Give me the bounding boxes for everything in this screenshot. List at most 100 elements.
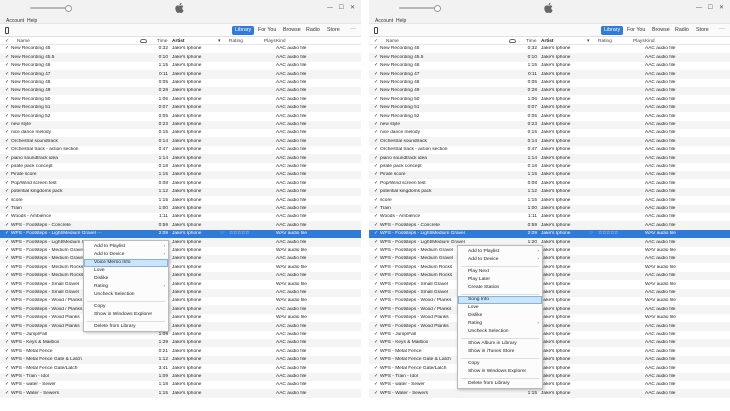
minimize-button[interactable]: — [696, 5, 702, 11]
row-checkbox[interactable]: ✓ [374, 156, 379, 162]
row-checkbox[interactable]: ✓ [374, 357, 379, 363]
table-row[interactable]: ✓ New Recording 48 0:05 Jake's Iphone AAC au… [0, 79, 361, 87]
table-row[interactable]: ✓WPS - water - Sewer1:18Jake's IphoneAAC… [0, 381, 361, 389]
table-row[interactable]: ✓ Train 1:00 Jake's Iphone AAC audio file [0, 204, 361, 213]
table-row[interactable]: ✓ Pirate score 1:15 Jake's Iphone AAC audio … [0, 171, 361, 180]
row-checkbox[interactable]: ✓ [5, 256, 10, 262]
table-row[interactable]: ✓ Orchestral soundtrack 0:14 Jake's Iphone A… [369, 137, 730, 146]
row-checkbox[interactable]: ✓ [5, 307, 10, 313]
row-checkbox[interactable]: ✓ [374, 240, 379, 246]
volume-slider-knob[interactable] [434, 4, 441, 12]
table-row[interactable]: ✓WPS - Jump/Fall1:09Jake's IphoneAAC aud… [369, 331, 730, 339]
row-checkbox[interactable]: ✓ [5, 324, 10, 330]
menu-item-copy[interactable]: Copy [84, 303, 168, 311]
menu-item-copy[interactable]: Copy [458, 360, 542, 368]
row-checkbox[interactable]: ✓ [374, 307, 379, 313]
menu-item-add-to-device[interactable]: Add to Device › [458, 256, 542, 264]
menu-account[interactable]: Account [6, 18, 24, 24]
menu-item-add-to-playlist[interactable]: Add to Playlist › [84, 243, 168, 251]
menu-item-dislike[interactable]: Dislike [458, 312, 542, 320]
row-checkbox[interactable]: ✓ [5, 374, 10, 380]
iphone-icon[interactable] [374, 27, 378, 34]
menu-item-uncheck-selection[interactable]: Uncheck Selection [458, 328, 542, 336]
menu-item-show-in-windows-explorer[interactable]: Show in Windows Explorer [84, 311, 168, 319]
row-checkbox[interactable]: ✓ [5, 63, 10, 69]
row-checkbox[interactable]: ✓ [374, 391, 379, 397]
tab-radio[interactable]: Radio [672, 26, 692, 35]
tab-radio[interactable]: Radio [303, 26, 323, 35]
table-row[interactable]: ✓ New Recording 51 0:07 Jake's Iphone AAC au… [369, 103, 730, 113]
table-row[interactable]: ✓ nice dance melody 0:15 Jake's Iphone AAC a… [0, 129, 361, 137]
row-checkbox[interactable]: ✓ [5, 122, 10, 128]
row-checkbox[interactable]: ✓ [5, 172, 10, 178]
table-row[interactable]: ✓ Woods - Ambience 1:11 Jake's Iphone AAC au… [0, 213, 361, 221]
table-row[interactable]: ✓ Orchestral track - action section 0:47 Ja… [369, 146, 730, 154]
table-row[interactable]: ✓WPS - Footsteps - Medium Gravel2:10Jake… [369, 247, 730, 255]
row-checkbox[interactable]: ✓ [5, 206, 10, 212]
row-checkbox[interactable]: ✓ [5, 298, 10, 304]
table-row[interactable]: ✓ piano soundtrack idea 1:14 Jake's Iphone A… [0, 154, 361, 163]
row-checkbox[interactable]: ✓ [5, 72, 10, 78]
table-row[interactable]: ✓WPS - Footsteps - Medium Rocks1:20Jake'… [369, 271, 730, 281]
table-row[interactable]: ✓WPS - Footsteps - Light/Medium Gravel1:… [0, 238, 361, 247]
table-row[interactable]: ✓WPS - Metal Fence 0:21 Jake's Iphone AAC a… [0, 347, 361, 355]
tab-for-you[interactable]: For You [255, 26, 279, 35]
row-checkbox[interactable]: ✓ [5, 382, 10, 388]
table-row[interactable]: ✓ New Recording 50 1:06 Jake's Iphone AAC au… [0, 95, 361, 103]
row-checkbox[interactable]: ✓ [374, 198, 379, 204]
column-name[interactable]: Name [17, 39, 30, 44]
row-checkbox[interactable]: ✓ [374, 248, 379, 254]
row-checkbox[interactable]: ✓ [5, 55, 10, 61]
table-row[interactable]: ✓WPS - Footsteps - Small Gravel1:49Jake'… [369, 280, 730, 288]
table-row[interactable]: ✓WPS - Footsteps - Wood Planks2:15Jake's… [369, 314, 730, 322]
table-row[interactable]: ✓ WPS - Footsteps - Concrete 0:59 Jake's Ip… [369, 221, 730, 230]
table-row[interactable]: ✓ piano soundtrack idea 1:14 Jake's Iphone A… [369, 154, 730, 163]
row-checkbox[interactable]: ✓ [374, 349, 379, 355]
row-checkbox[interactable]: ✓ [5, 391, 10, 397]
menu-item-voice-memo-info[interactable]: Voice Memo Info [84, 259, 168, 267]
menu-account[interactable]: Account [375, 18, 393, 24]
tab-library[interactable]: Library [601, 26, 624, 35]
row-checkbox[interactable]: ✓ [5, 105, 10, 111]
column-rating[interactable]: Rating [229, 39, 243, 44]
table-row[interactable]: ✓ Pop/Wind screen test 0:08 Jake's Iphone AA… [369, 179, 730, 187]
table-row[interactable]: ✓ score 1:15 Jake's Iphone AAC audio file [0, 196, 361, 204]
table-row[interactable]: ✓WPS - Footsteps - Medium Rocks2:01Jake'… [369, 263, 730, 271]
table-row[interactable]: ✓WPS - Keys & Mailbox1:29Jake's IphoneAA… [369, 339, 730, 348]
table-row[interactable]: ✓WPS - Footsteps - Wood / Planks1:20Jake… [0, 305, 361, 314]
row-checkbox[interactable]: ✓ [5, 332, 10, 338]
row-checkbox[interactable]: ✓ [5, 349, 10, 355]
row-checkbox[interactable]: ✓ [5, 130, 10, 136]
row-checkbox[interactable]: ✓ [5, 290, 10, 296]
row-checkbox[interactable]: ✓ [5, 97, 10, 103]
table-row[interactable]: ✓WPS - Footsteps - Small Gravel1:11Jake'… [369, 288, 730, 297]
row-checkbox[interactable]: ✓ [374, 114, 379, 120]
menu-item-song-info[interactable]: Song Info [458, 296, 542, 304]
table-row[interactable]: ✓WPS - Metal Fence Gate & Latch1:12Jake'… [369, 355, 730, 365]
row-checkbox[interactable]: ✓ [374, 332, 379, 338]
table-row[interactable]: ✓WPS - Keys & Mailbox1:29Jake's IphoneAA… [0, 339, 361, 348]
row-checkbox[interactable]: ✓ [374, 164, 379, 170]
table-row[interactable]: ✓WPS - Metal Fence Gate & Latch1:12Jake'… [0, 355, 361, 365]
row-checkbox[interactable]: ✓ [374, 265, 379, 271]
row-checkbox[interactable]: ✓ [5, 181, 10, 187]
more-options-icon[interactable]: ··· [350, 26, 356, 32]
close-button[interactable]: ✕ [719, 5, 724, 11]
row-checkbox[interactable]: ✓ [374, 122, 379, 128]
menu-item-show-in-windows-explorer[interactable]: Show in Windows Explorer [458, 368, 542, 376]
table-row[interactable]: ✓ New Recording 49 0:28 Jake's Iphone AAC au… [369, 87, 730, 96]
row-checkbox[interactable]: ✓ [374, 97, 379, 103]
table-row[interactable]: ✓WPS - Metal Fence Gate/Latch 3:41 Jake's … [0, 364, 361, 372]
table-row[interactable]: ✓ New Recording 50 1:06 Jake's Iphone AAC au… [369, 95, 730, 103]
more-options-icon[interactable]: ··· [719, 26, 725, 32]
row-checkbox[interactable]: ✓ [374, 130, 379, 136]
table-row[interactable]: ✓WPS - Footsteps - Medium Gravel1:20Jake… [0, 255, 361, 264]
table-row[interactable]: ✓ New Recording 46 1:15 Jake's Iphone AAC au… [0, 62, 361, 70]
row-checkbox[interactable]: ✓ [374, 55, 379, 61]
row-checkbox[interactable]: ✓ [374, 315, 379, 321]
column-check[interactable]: ✓ [5, 39, 9, 44]
tab-store[interactable]: Store [324, 26, 343, 35]
table-row[interactable]: ✓WPS - water - Sewer1:18Jake's IphoneAAC… [369, 381, 730, 389]
row-checkbox[interactable]: ✓ [374, 223, 379, 229]
tab-browse[interactable]: Browse [280, 26, 304, 35]
